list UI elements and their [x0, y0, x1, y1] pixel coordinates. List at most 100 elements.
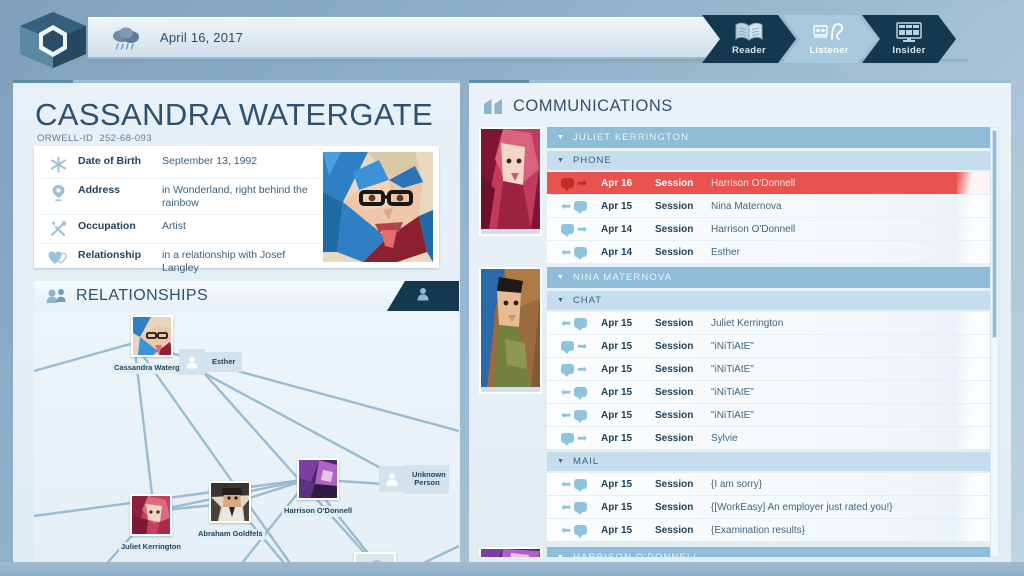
- message-date: Apr 15: [601, 363, 633, 375]
- info-label: Date of Birth: [78, 155, 141, 167]
- conversation-avatar[interactable]: [479, 127, 547, 264]
- chevron-down-icon: ▼: [557, 274, 566, 281]
- chevron-down-icon: ▼: [557, 134, 566, 141]
- message-type: Session: [655, 200, 694, 212]
- graph-node-abraham[interactable]: Abraham Goldfels: [196, 481, 265, 541]
- message-row[interactable]: ⬅ Apr 14 Session Esther: [547, 241, 991, 263]
- message-row[interactable]: ➡ Apr 16 Session Harrison O'Donnell: [547, 172, 991, 194]
- scrollbar-thumb[interactable]: [992, 130, 997, 338]
- message-row[interactable]: ➡ Apr 14 Session Harrison O'Donnell: [547, 218, 991, 240]
- open-book-icon: [734, 19, 764, 44]
- tab-listener[interactable]: Listener: [782, 15, 876, 63]
- info-value: in Wonderland, right behind the rainbow: [162, 184, 308, 210]
- conversation-avatar[interactable]: [479, 547, 547, 557]
- info-rows: Date of Birth September 13, 1992 Address…: [38, 150, 321, 280]
- message-row[interactable]: ⬅ Apr 15 Session {I am sorry}: [547, 473, 991, 495]
- message-date: Apr 15: [601, 386, 633, 398]
- outgoing-message-icon: ➡: [547, 363, 601, 377]
- date-strip: April 16, 2017: [88, 17, 728, 59]
- relationships-title: RELATIONSHIPS: [76, 287, 209, 304]
- tab-insider[interactable]: Insider: [862, 15, 956, 63]
- category-header-phone[interactable]: ▼ PHONE: [547, 151, 991, 170]
- rain-cloud-icon: [110, 25, 144, 51]
- message-date: Apr 15: [601, 340, 633, 352]
- message-date: Apr 15: [601, 501, 633, 513]
- message-date: Apr 15: [601, 200, 633, 212]
- message-row[interactable]: ➡ Apr 15 Session "iNiTiAtE": [547, 335, 991, 357]
- message-row[interactable]: ⬅ Apr 15 Session {Examination results}: [547, 519, 991, 541]
- chevron-down-icon: ▼: [557, 458, 565, 465]
- node-photo: [209, 481, 252, 523]
- category-header-chat[interactable]: ▼ CHAT: [547, 291, 991, 310]
- message-row[interactable]: ⬅ Apr 15 Session "iNiTiAtE": [547, 404, 991, 426]
- relationships-graph[interactable]: Cassandra Watergate Esther Juliet Kerrin…: [34, 311, 459, 576]
- message-type: Session: [655, 524, 694, 536]
- message-date: Apr 14: [601, 223, 633, 235]
- info-label: Occupation: [78, 220, 136, 233]
- communications-scrollbar[interactable]: [990, 127, 999, 557]
- conversation-person-header[interactable]: ▼ HARRISON O'DONNELL: [547, 547, 991, 557]
- message-row[interactable]: ➡ Apr 15 Session Sylvie: [547, 427, 991, 449]
- conversation-person-header[interactable]: ▼ JULIET KERRINGTON: [547, 127, 991, 148]
- info-row: Occupation Artist: [38, 214, 321, 243]
- message-row[interactable]: ⬅ Apr 15 Session "iNiTiAtE": [547, 381, 991, 403]
- hexagon-logo-icon[interactable]: [18, 11, 88, 69]
- message-row[interactable]: ⬅ Apr 15 Session Nina Maternova: [547, 195, 991, 217]
- message-date: Apr 15: [601, 317, 633, 329]
- people-icon: [46, 288, 68, 304]
- message-subject: Nina Maternova: [711, 200, 782, 212]
- info-value: in a relationship with Josef Langley: [162, 249, 286, 275]
- incoming-message-icon: ⬅: [547, 386, 601, 400]
- graph-node-harrison[interactable]: Harrison O'Donnell: [282, 458, 355, 518]
- graph-node-juliet[interactable]: Juliet Kerrington: [119, 494, 184, 554]
- message-date: Apr 15: [601, 432, 633, 444]
- tab-reader-label: Reader: [731, 45, 766, 56]
- chevron-down-icon: ▼: [557, 554, 565, 557]
- incoming-message-icon: ⬅: [547, 317, 601, 331]
- message-type: Session: [655, 317, 694, 329]
- monitor-icon: [894, 19, 924, 44]
- graph-node-unknown-person[interactable]: Unknown Person: [379, 465, 449, 494]
- chevron-down-icon: ▼: [557, 297, 565, 304]
- node-label: Harrison O'Donnell: [282, 506, 355, 517]
- message-subject: Juliet Kerrington: [711, 317, 784, 329]
- person-icon: [379, 466, 405, 493]
- incoming-message-icon: ⬅: [547, 409, 601, 423]
- message-row[interactable]: ➡ Apr 15 Session "iNiTiAtE": [547, 358, 991, 380]
- incoming-message-icon: ⬅: [547, 478, 601, 492]
- outgoing-message-icon: ➡: [547, 340, 601, 354]
- quote-icon: [483, 98, 504, 115]
- graph-node-esther[interactable]: Esther: [179, 349, 243, 375]
- bottom-strip: [0, 562, 1024, 576]
- incoming-message-icon: ⬅: [547, 200, 601, 214]
- conversation-avatar[interactable]: [479, 267, 547, 542]
- category-header-mail[interactable]: ▼ MAIL: [547, 452, 991, 471]
- conversation-person-header[interactable]: ▼ NINA MATERNOVA: [547, 267, 991, 288]
- asterisk-icon: [38, 154, 78, 174]
- pin-icon: [38, 183, 78, 203]
- message-type: Session: [655, 432, 694, 444]
- message-row[interactable]: ⬅ Apr 15 Session Juliet Kerrington: [547, 312, 991, 334]
- top-bar: April 16, 2017 Reader Listener Insider: [0, 0, 1024, 76]
- conversations-list[interactable]: ▼ JULIET KERRINGTON ▼ PHONE ➡ Apr 16 Ses…: [479, 127, 991, 557]
- message-subject: "iNiTiAtE": [711, 363, 754, 375]
- tools-icon: [38, 219, 78, 239]
- message-type: Session: [655, 340, 694, 352]
- message-row[interactable]: ⬅ Apr 15 Session {[WorkEasy] An employer…: [547, 496, 991, 518]
- incoming-message-icon: ⬅: [547, 524, 601, 538]
- message-subject: "iNiTiAtE": [711, 386, 754, 398]
- message-subject: Sylvie: [711, 432, 738, 444]
- incoming-message-icon: ⬅: [547, 501, 601, 515]
- outgoing-message-icon: ➡: [547, 177, 601, 191]
- conversation-content: ▼ HARRISON O'DONNELL: [547, 547, 991, 557]
- message-subject: Harrison O'Donnell: [711, 177, 796, 189]
- panel-accent: [13, 80, 73, 83]
- message-type: Session: [655, 409, 694, 421]
- tab-listener-label: Listener: [809, 45, 849, 56]
- relationships-view-tab[interactable]: [387, 281, 459, 311]
- message-subject: "iNiTiAtE": [711, 340, 754, 352]
- message-type: Session: [655, 177, 694, 189]
- tab-reader[interactable]: Reader: [702, 15, 796, 63]
- conversation-person-name: JULIET KERRINGTON: [573, 132, 690, 143]
- message-type: Session: [655, 223, 694, 235]
